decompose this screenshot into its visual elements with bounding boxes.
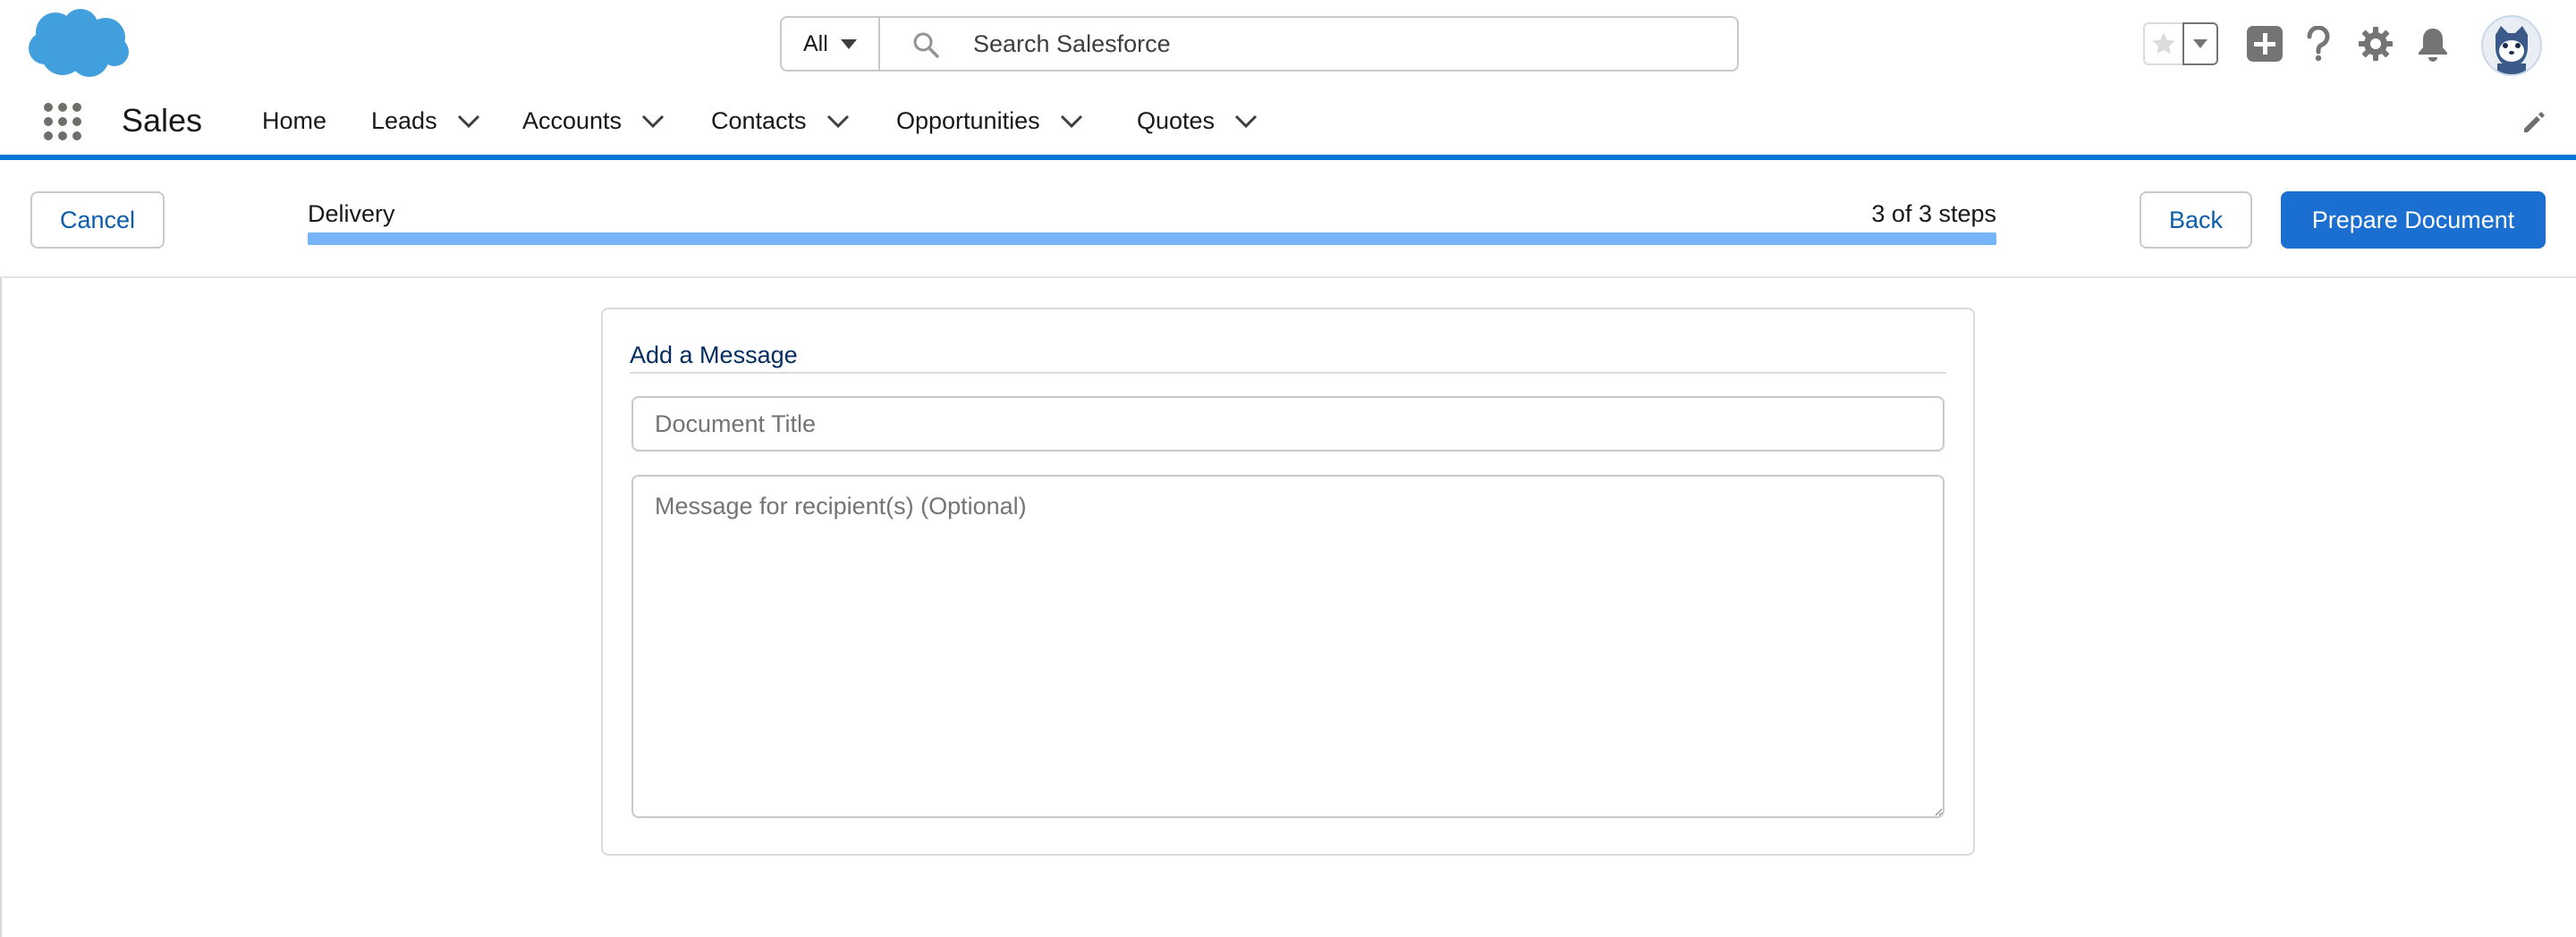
help-icon [2307,26,2330,62]
nav-item-contacts[interactable]: Contacts [711,107,850,135]
search-input[interactable]: Search Salesforce [973,30,1171,58]
global-search: All Search Salesforce [780,16,1739,72]
avatar[interactable] [2481,15,2542,76]
star-icon [2152,32,2175,55]
search-icon [913,32,939,58]
notifications-button[interactable] [2413,24,2453,63]
nav-item-label: Quotes [1137,107,1216,134]
chevron-down-icon[interactable] [457,114,480,129]
chevron-down-icon[interactable] [641,114,665,129]
gear-icon [2359,27,2393,61]
salesforce-cloud-logo[interactable] [27,7,134,82]
nav-item-quotes[interactable]: Quotes [1137,107,1258,135]
section-title: Add a Message [630,342,798,368]
nav-item-label: Leads [371,107,437,134]
bell-icon [2419,29,2447,62]
chevron-down-icon[interactable] [826,114,850,129]
caret-down-icon [2193,39,2207,48]
caret-down-icon [840,38,857,49]
nav-item-accounts[interactable]: Accounts [522,107,665,135]
nav-item-opportunities[interactable]: Opportunities [896,107,1083,135]
app-name: Sales [122,102,203,139]
setup-button[interactable] [2356,24,2395,63]
step-count: 3 of 3 steps [1871,200,1996,227]
avatar-icon [2483,17,2540,74]
step-name: Delivery [308,200,395,227]
progress-bar [308,232,1996,245]
document-title-input[interactable] [631,396,1945,452]
nav-item-home[interactable]: Home [262,107,326,135]
nav-item-label: Home [262,107,327,134]
favorites-group [2143,22,2218,65]
nav-item-label: Accounts [522,107,623,134]
section-divider [630,372,1946,374]
cancel-button[interactable]: Cancel [30,191,165,249]
edit-nav-pencil-icon[interactable] [2521,109,2547,136]
progress-bar-fill [308,232,1996,245]
nav-item-label: Opportunities [896,107,1040,134]
favorites-menu-button[interactable] [2182,22,2218,65]
favorites-star-button[interactable] [2143,22,2184,65]
global-actions-button[interactable] [2245,24,2284,63]
nav-item-label: Contacts [711,107,807,134]
message-textarea[interactable] [631,475,1945,818]
nav-item-leads[interactable]: Leads [371,107,480,135]
global-header: All Search Salesforce [0,0,2576,88]
search-scope-dropdown[interactable]: All [782,18,880,70]
help-button[interactable] [2299,24,2338,63]
chevron-down-icon[interactable] [1060,114,1083,129]
prepare-document-button[interactable]: Prepare Document [2281,191,2546,249]
back-button[interactable]: Back [2140,191,2252,249]
app-launcher-icon[interactable] [43,102,82,141]
chevron-down-icon[interactable] [1234,114,1258,129]
add-icon [2247,26,2283,62]
search-scope-label: All [803,30,828,56]
